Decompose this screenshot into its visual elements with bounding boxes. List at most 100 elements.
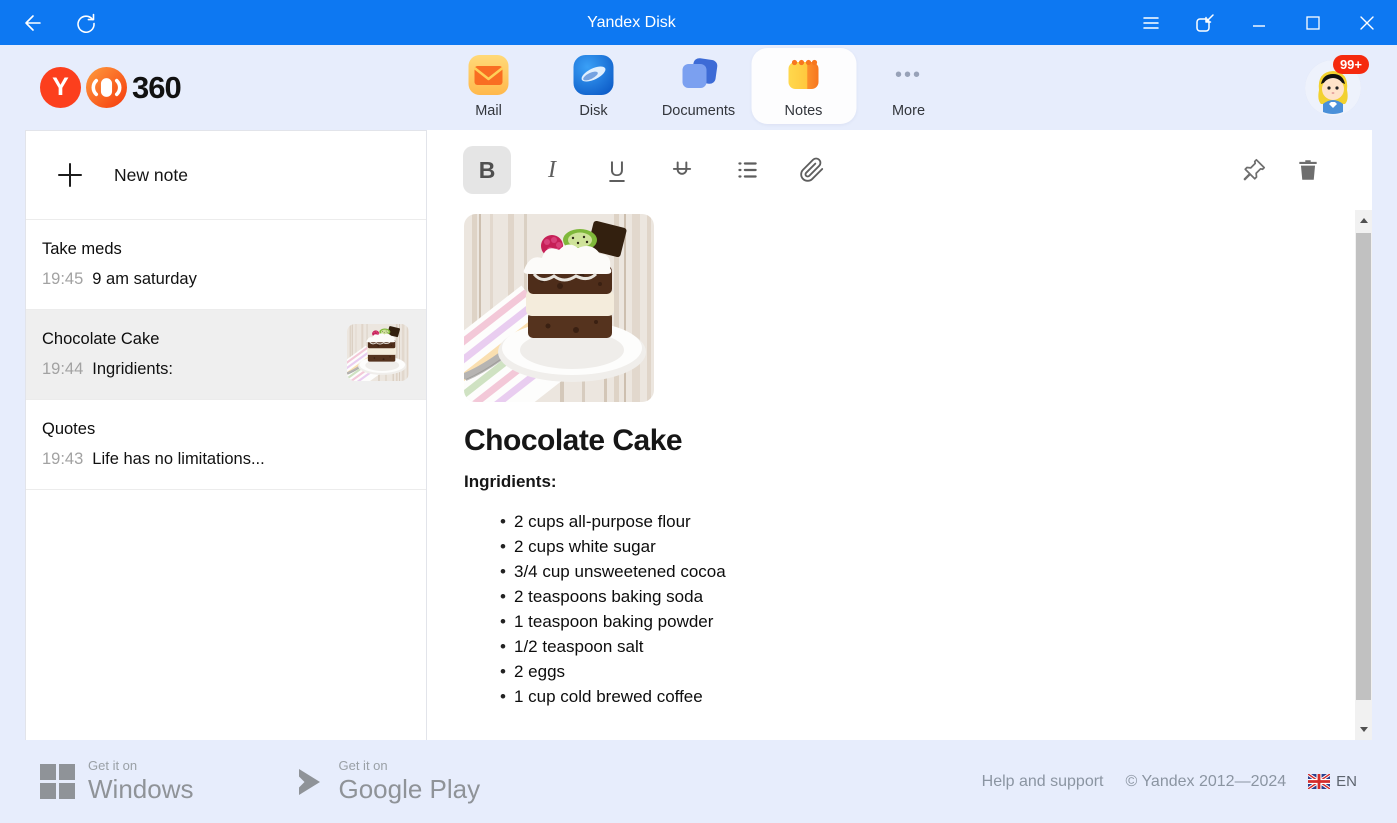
bullet-list-icon xyxy=(734,157,760,183)
minimize-icon xyxy=(1249,13,1269,33)
menu-button[interactable] xyxy=(1135,7,1167,39)
maximize-button[interactable] xyxy=(1297,7,1329,39)
scroll-down-button[interactable] xyxy=(1355,721,1372,738)
bullet-list-button[interactable] xyxy=(723,146,771,194)
hamburger-icon xyxy=(1140,12,1162,34)
language-label: EN xyxy=(1336,773,1357,790)
ingredient-item: 1/2 teaspoon salt xyxy=(464,634,1372,659)
note-thumbnail-image xyxy=(347,324,409,381)
note-item-title: Quotes xyxy=(42,420,410,439)
360-logo-icon xyxy=(86,67,127,108)
tab-mail[interactable]: Mail xyxy=(436,48,541,124)
title-bar: Yandex Disk xyxy=(0,0,1397,45)
attach-button[interactable] xyxy=(788,146,836,194)
ingredient-item: 2 eggs xyxy=(464,659,1372,684)
tab-more[interactable]: ••• More xyxy=(856,48,961,124)
minimize-to-tray-button[interactable] xyxy=(1189,7,1221,39)
close-icon xyxy=(1357,13,1377,33)
tab-label: Documents xyxy=(662,103,735,119)
note-editor: B I U xyxy=(427,130,1372,740)
bold-button[interactable]: B xyxy=(463,146,511,194)
scrollbar-thumb[interactable] xyxy=(1356,233,1371,700)
tab-disk[interactable]: Disk xyxy=(541,48,646,124)
mail-icon xyxy=(467,53,511,97)
google-play-badge[interactable]: Get it on Google Play xyxy=(293,758,480,805)
more-dots-icon: ••• xyxy=(887,53,931,97)
y360-logo[interactable]: Y 360 xyxy=(40,67,181,108)
note-list-item-chocolate-cake[interactable]: Chocolate Cake 19:44 Ingridients: xyxy=(26,310,426,400)
app-footer: Get it on Windows Get it on Google Play … xyxy=(0,740,1397,823)
ingredient-item: 1 teaspoon baking powder xyxy=(464,609,1372,634)
language-switcher[interactable]: EN xyxy=(1308,773,1357,790)
yandex-logo-icon: Y xyxy=(40,67,81,108)
notes-icon xyxy=(782,53,826,97)
ingredient-item: 2 cups white sugar xyxy=(464,534,1372,559)
gplay-label: Google Play xyxy=(338,774,480,805)
strikethrough-icon xyxy=(669,157,695,183)
underline-button[interactable]: U xyxy=(593,146,641,194)
strikethrough-button[interactable] xyxy=(658,146,706,194)
minimize-button[interactable] xyxy=(1243,7,1275,39)
pin-icon xyxy=(1241,157,1267,183)
account-avatar[interactable]: 99+ xyxy=(1305,60,1361,116)
paperclip-icon xyxy=(799,157,825,183)
tab-label: Mail xyxy=(475,103,502,119)
uk-flag-icon xyxy=(1308,774,1330,789)
window-title: Yandex Disk xyxy=(587,14,676,32)
pin-button[interactable] xyxy=(1230,146,1278,194)
new-note-button[interactable]: New note xyxy=(26,131,426,220)
refresh-button[interactable] xyxy=(70,7,102,39)
ingredient-item: 2 cups all-purpose flour xyxy=(464,509,1372,534)
note-item-preview: 9 am saturday xyxy=(92,270,197,289)
arrow-left-icon xyxy=(20,11,44,35)
tab-documents[interactable]: Documents xyxy=(646,48,751,124)
logo-360-text: 360 xyxy=(132,70,181,106)
notification-badge: 99+ xyxy=(1333,55,1369,74)
note-item-time: 19:44 xyxy=(42,360,83,379)
tray-icon xyxy=(1193,11,1217,35)
documents-icon xyxy=(677,53,721,97)
back-button[interactable] xyxy=(16,7,48,39)
triangle-up-icon xyxy=(1360,218,1368,223)
note-item-time: 19:45 xyxy=(42,270,83,289)
cake-image[interactable] xyxy=(464,214,654,402)
tab-label: Disk xyxy=(579,103,607,119)
windows-logo-icon xyxy=(40,764,75,799)
tab-label: More xyxy=(892,103,925,119)
italic-icon: I xyxy=(548,157,556,184)
note-list-item-quotes[interactable]: Quotes 19:43 Life has no limitations... xyxy=(26,400,426,490)
close-button[interactable] xyxy=(1351,7,1383,39)
windows-label: Windows xyxy=(88,774,193,805)
plus-icon xyxy=(54,159,86,191)
note-item-preview: Ingridients: xyxy=(92,360,173,379)
vertical-scrollbar[interactable] xyxy=(1355,210,1372,740)
note-list-item-take-meds[interactable]: Take meds 19:45 9 am saturday xyxy=(26,220,426,310)
service-tabs: Mail Disk Documents xyxy=(436,48,961,124)
app-header: Y 360 Mail xyxy=(0,45,1397,130)
ingredients-list: 2 cups all-purpose flour 2 cups white su… xyxy=(464,509,1372,709)
maximize-icon xyxy=(1303,13,1323,33)
tab-notes[interactable]: Notes xyxy=(751,48,856,124)
more-dots-glyph: ••• xyxy=(895,53,922,97)
note-item-preview: Life has no limitations... xyxy=(92,450,264,469)
google-play-icon xyxy=(293,766,325,798)
bold-icon: B xyxy=(479,157,496,184)
format-toolbar: B I U xyxy=(427,130,1372,210)
italic-button[interactable]: I xyxy=(528,146,576,194)
note-title: Chocolate Cake xyxy=(464,424,1372,458)
note-content-area[interactable]: Chocolate Cake Ingridients: 2 cups all-p… xyxy=(427,210,1372,709)
gplay-get-it-on: Get it on xyxy=(338,758,480,773)
scroll-up-button[interactable] xyxy=(1355,212,1372,229)
ingredient-item: 3/4 cup unsweetened cocoa xyxy=(464,559,1372,584)
windows-get-it-on: Get it on xyxy=(88,758,193,773)
ingredient-item: 1 cup cold brewed coffee xyxy=(464,684,1372,709)
new-note-label: New note xyxy=(114,165,188,186)
note-item-title: Take meds xyxy=(42,240,410,259)
main-content: New note Take meds 19:45 9 am saturday C… xyxy=(0,130,1397,740)
triangle-down-icon xyxy=(1360,727,1368,732)
delete-note-button[interactable] xyxy=(1284,146,1332,194)
refresh-icon xyxy=(74,11,98,35)
help-and-support-link[interactable]: Help and support xyxy=(982,773,1104,791)
underline-icon: U xyxy=(609,158,624,182)
windows-store-badge[interactable]: Get it on Windows xyxy=(40,758,193,805)
